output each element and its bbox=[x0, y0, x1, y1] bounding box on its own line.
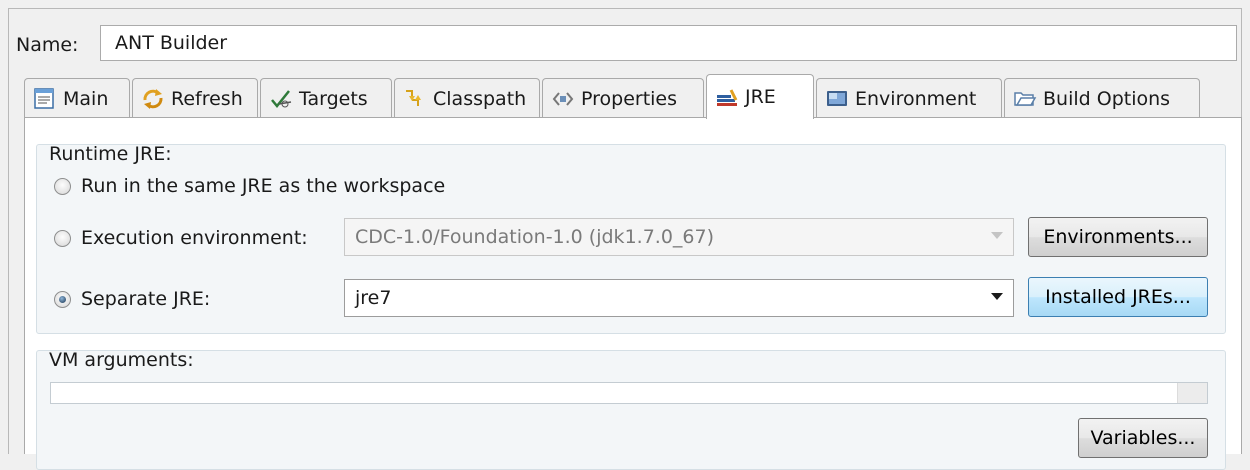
vm-arguments-input[interactable] bbox=[50, 382, 1208, 404]
jre-icon bbox=[715, 86, 739, 108]
tab-build-options[interactable]: Build Options bbox=[1004, 78, 1200, 118]
tab-main[interactable]: Main bbox=[24, 78, 130, 118]
radio-button-checked-icon[interactable] bbox=[54, 290, 71, 308]
radio-button-icon[interactable] bbox=[54, 229, 71, 247]
installed-jres-button[interactable]: Installed JREs... bbox=[1028, 277, 1208, 317]
tab-bar: Main Refresh Targets Classpath Propertie… bbox=[24, 74, 1242, 119]
tab-environment-label: Environment bbox=[855, 87, 977, 110]
tab-build-options-label: Build Options bbox=[1043, 87, 1171, 110]
environments-button-label: Environments... bbox=[1043, 226, 1193, 248]
tab-targets-label: Targets bbox=[299, 87, 368, 110]
vm-arguments-group: VM arguments: bbox=[36, 349, 1226, 470]
radio-separate-jre[interactable]: Separate JRE: bbox=[54, 288, 210, 310]
tab-environment[interactable]: Environment bbox=[816, 78, 1002, 118]
tab-main-label: Main bbox=[63, 87, 109, 110]
targets-icon bbox=[269, 88, 293, 110]
refresh-icon bbox=[141, 88, 165, 110]
separate-jre-label: Separate JRE: bbox=[81, 288, 211, 310]
tab-properties-label: Properties bbox=[581, 87, 678, 110]
radio-execution-environment[interactable]: Execution environment: bbox=[54, 227, 308, 249]
installed-jres-button-label: Installed JREs... bbox=[1045, 286, 1191, 308]
runtime-jre-label: Runtime JRE: bbox=[49, 143, 172, 165]
tab-classpath[interactable]: Classpath bbox=[394, 78, 540, 118]
tab-refresh-label: Refresh bbox=[171, 87, 243, 110]
vm-arguments-label: VM arguments: bbox=[49, 349, 194, 371]
vertical-scrollbar[interactable] bbox=[1177, 383, 1207, 403]
execution-environment-select[interactable]: CDC-1.0/Foundation-1.0 (jdk1.7.0_67) bbox=[344, 218, 1014, 256]
tab-properties[interactable]: Properties bbox=[542, 78, 704, 118]
environment-icon bbox=[825, 88, 849, 110]
execution-environment-label: Execution environment: bbox=[81, 227, 308, 249]
tab-refresh[interactable]: Refresh bbox=[132, 78, 258, 118]
execution-environment-value: CDC-1.0/Foundation-1.0 (jdk1.7.0_67) bbox=[355, 226, 714, 248]
separate-jre-value: jre7 bbox=[355, 287, 392, 309]
variables-button-label: Variables... bbox=[1090, 427, 1196, 449]
folder-icon bbox=[1013, 88, 1037, 110]
chevron-down-icon bbox=[991, 293, 1003, 300]
tab-jre[interactable]: JRE bbox=[706, 74, 814, 119]
radio-run-same-jre[interactable]: Run in the same JRE as the workspace bbox=[54, 175, 445, 197]
tab-classpath-label: Classpath bbox=[433, 87, 527, 110]
radio-button-icon[interactable] bbox=[54, 177, 71, 195]
tab-targets[interactable]: Targets bbox=[260, 78, 392, 118]
properties-icon bbox=[551, 88, 575, 110]
name-input[interactable]: ANT Builder bbox=[100, 25, 1237, 61]
environments-button[interactable]: Environments... bbox=[1028, 217, 1208, 257]
main-tab-icon bbox=[33, 87, 57, 110]
separate-jre-select[interactable]: jre7 bbox=[344, 279, 1014, 317]
run-same-jre-label: Run in the same JRE as the workspace bbox=[81, 175, 446, 197]
name-input-value: ANT Builder bbox=[115, 32, 228, 54]
variables-button[interactable]: Variables... bbox=[1078, 418, 1208, 458]
chevron-down-icon bbox=[991, 232, 1003, 239]
tab-jre-label: JRE bbox=[745, 86, 776, 108]
name-label: Name: bbox=[16, 34, 79, 56]
classpath-icon bbox=[403, 88, 427, 110]
